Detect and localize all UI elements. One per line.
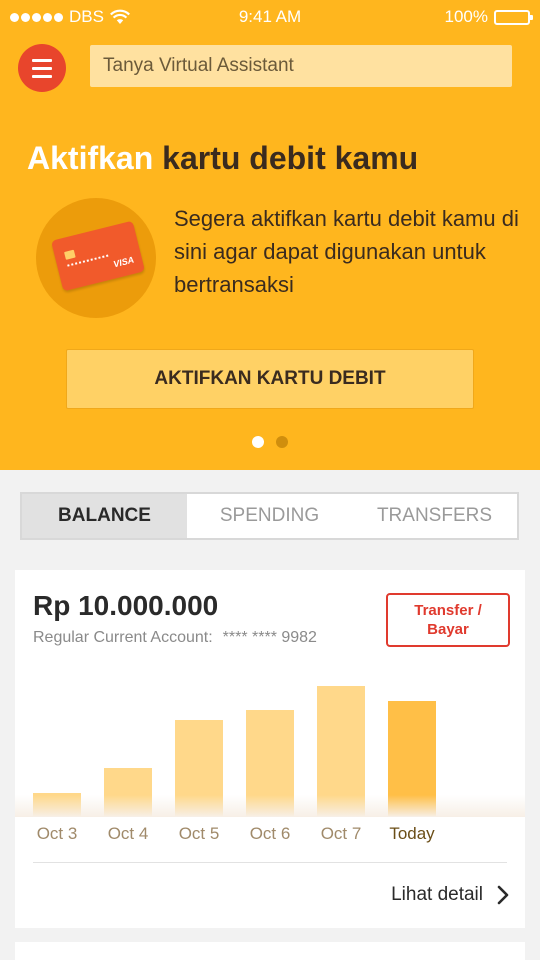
battery-status: 100% bbox=[444, 7, 533, 27]
card-divider bbox=[33, 862, 507, 863]
carousel-indicator bbox=[0, 436, 540, 448]
transfer-pay-button[interactable]: Transfer / Bayar bbox=[386, 593, 510, 647]
account-balance: Rp 10.000.000 bbox=[33, 590, 219, 621]
view-detail-link[interactable]: Lihat detail bbox=[391, 884, 509, 906]
banner-description: Segera aktifkan kartu debit kamu di sini… bbox=[174, 206, 519, 297]
card-brand: VISA bbox=[112, 254, 136, 270]
chevron-right-icon bbox=[497, 885, 509, 905]
account-info: Regular Current Account: **** **** 9982 bbox=[33, 629, 317, 647]
virtual-assistant-search[interactable] bbox=[90, 45, 512, 87]
card-chip-icon bbox=[64, 249, 76, 260]
chart-label-oct-4: Oct 4 bbox=[107, 824, 149, 843]
next-card-peek bbox=[15, 942, 525, 960]
tab-balance[interactable]: BALANCE bbox=[22, 494, 187, 538]
banner-title: Aktifkan kartu debit kamu bbox=[27, 140, 418, 177]
chart-label-oct-5: Oct 5 bbox=[178, 824, 220, 843]
chart-baseline-fade bbox=[15, 795, 525, 817]
chart-label-oct-6: Oct 6 bbox=[249, 824, 291, 843]
account-tabs: BALANCE SPENDING TRANSFERS bbox=[20, 492, 519, 540]
tab-spending[interactable]: SPENDING bbox=[187, 494, 352, 538]
chart-label-today: Today bbox=[389, 824, 435, 843]
view-detail-label: Lihat detail bbox=[391, 884, 483, 905]
assistant-search-input[interactable] bbox=[103, 55, 499, 77]
chart-label-oct-7: Oct 7 bbox=[320, 824, 362, 843]
banner-title-rest: kartu debit kamu bbox=[153, 140, 419, 176]
hamburger-icon bbox=[32, 58, 52, 62]
activate-debit-card-button[interactable]: AKTIFKAN KARTU DEBIT bbox=[66, 349, 474, 409]
chart-label-oct-3: Oct 3 bbox=[36, 824, 78, 843]
chart-x-axis-labels: Oct 3 Oct 4 Oct 5 Oct 6 Oct 7 Today bbox=[15, 824, 525, 848]
carousel-dot[interactable] bbox=[276, 436, 288, 448]
debit-card-illustration: VISA bbox=[36, 198, 156, 318]
account-balance-card: Rp 10.000.000 Regular Current Account: **… bbox=[15, 570, 525, 928]
banner-title-highlight: Aktifkan bbox=[27, 140, 154, 176]
menu-button[interactable] bbox=[18, 44, 66, 92]
debit-card-icon: VISA bbox=[50, 220, 146, 292]
account-number: **** **** 9982 bbox=[222, 629, 317, 646]
battery-icon bbox=[494, 9, 533, 25]
account-type: Regular Current Account: bbox=[33, 629, 213, 646]
status-bar: DBS 9:41 AM 100% bbox=[0, 0, 540, 34]
balance-bar-chart bbox=[33, 686, 436, 816]
tab-transfers[interactable]: TRANSFERS bbox=[352, 494, 517, 538]
carousel-dot-active[interactable] bbox=[252, 436, 264, 448]
promo-banner: DBS 9:41 AM 100% Aktifkan kartu debit ka… bbox=[0, 0, 540, 470]
battery-percent: 100% bbox=[444, 7, 488, 26]
